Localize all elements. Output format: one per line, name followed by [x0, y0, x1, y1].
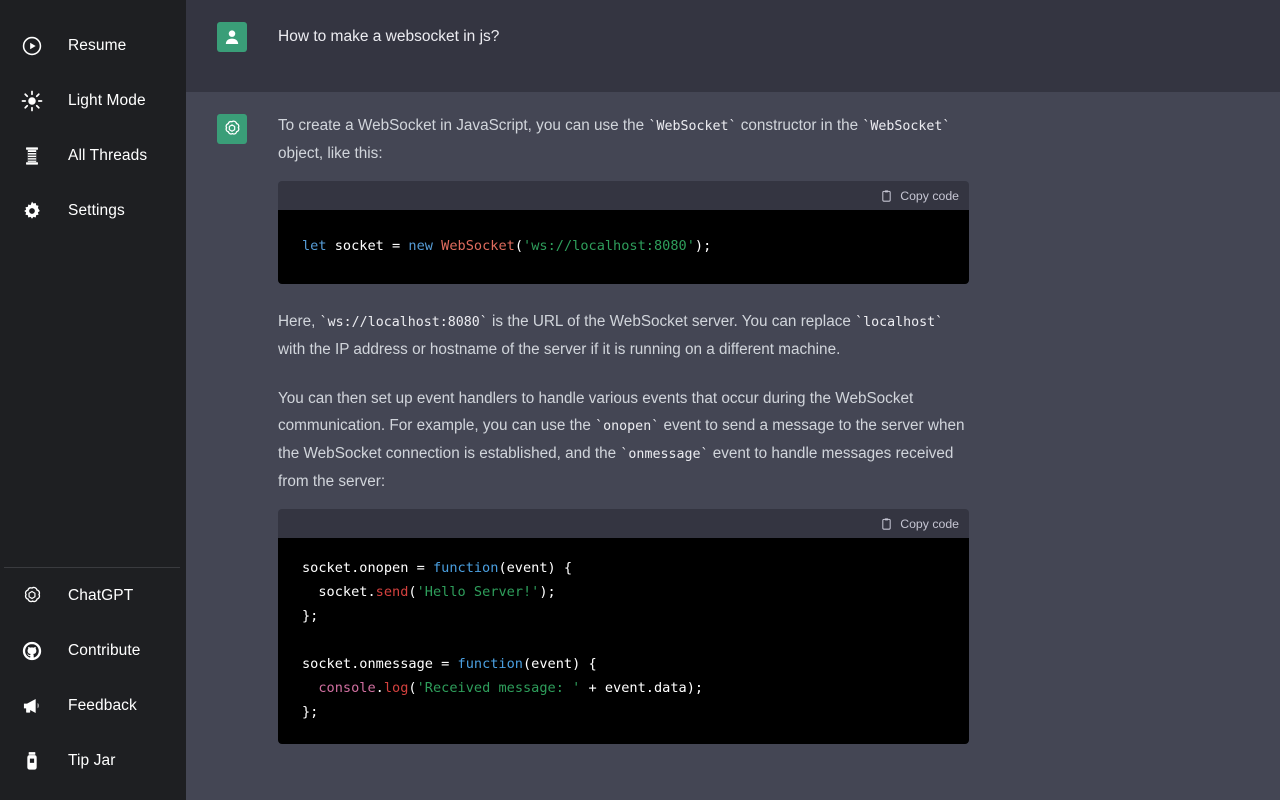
- code-block-1-body[interactable]: let socket = new WebSocket('ws://localho…: [278, 210, 969, 284]
- code-token: socket.onopen: [302, 560, 417, 576]
- code-block-1-header: Copy code: [278, 181, 969, 210]
- code-1-tokens: let socket = new WebSocket('ws://localho…: [302, 238, 711, 254]
- code-token: + event.data);: [580, 680, 704, 696]
- code-token: socket.onmessage: [302, 656, 442, 672]
- code-2-lines: socket.onopen = function(event) { socket…: [302, 560, 703, 720]
- sidebar-item-label: Tip Jar: [68, 751, 116, 769]
- code-token: (event) {: [498, 560, 573, 576]
- para1-code-1: `WebSocket`: [648, 119, 737, 134]
- sidebar: Resume Light Mode All Threads Settings C…: [0, 0, 186, 800]
- copy-code-button[interactable]: Copy code: [880, 189, 959, 203]
- sidebar-item-contribute[interactable]: Contribute: [0, 623, 186, 678]
- para1-text-1: To create a WebSocket in JavaScript, you…: [278, 117, 649, 134]
- play-circle-icon: [20, 34, 44, 58]
- sidebar-item-label: ChatGPT: [68, 586, 134, 604]
- clipboard-icon: [880, 189, 893, 203]
- code-token: socket: [326, 238, 393, 254]
- openai-logo-icon: [20, 584, 44, 608]
- code-block-2: Copy code socket.onopen = function(event…: [278, 509, 969, 744]
- sidebar-bottom-group: ChatGPT Contribute Feedback Tip Jar: [0, 568, 186, 800]
- sidebar-item-label: Light Mode: [68, 91, 146, 109]
- code-token: =: [392, 238, 409, 254]
- user-avatar-icon: [217, 22, 247, 52]
- assistant-paragraph-2: Here, `ws://localhost:8080` is the URL o…: [278, 308, 968, 363]
- para2-code-1: `ws://localhost:8080`: [319, 315, 488, 330]
- megaphone-icon: [20, 694, 44, 718]
- code-token: log: [383, 680, 409, 696]
- para2-text-3: with the IP address or hostname of the s…: [278, 341, 841, 358]
- code-token: (: [514, 238, 524, 254]
- assistant-paragraph-3: You can then set up event handlers to ha…: [278, 385, 968, 495]
- para2-code-2: `localhost`: [855, 315, 944, 330]
- thread-spool-icon: [20, 144, 44, 168]
- para2-text-2: is the URL of the WebSocket server. You …: [487, 313, 856, 330]
- assistant-avatar-col: [186, 92, 278, 782]
- para3-code-1: `onopen`: [595, 419, 660, 434]
- code-token: send: [375, 584, 409, 600]
- copy-code-label: Copy code: [900, 516, 959, 531]
- copy-code-button[interactable]: Copy code: [880, 517, 959, 531]
- sidebar-item-chatgpt[interactable]: ChatGPT: [0, 568, 186, 623]
- sidebar-item-all-threads[interactable]: All Threads: [0, 128, 186, 183]
- user-message-text: How to make a websocket in js?: [278, 28, 500, 45]
- code-block-2-body[interactable]: socket.onopen = function(event) { socket…: [278, 538, 969, 744]
- assistant-message-body: To create a WebSocket in JavaScript, you…: [278, 92, 1280, 782]
- code-token: (event) {: [523, 656, 597, 672]
- para1-text-3: object, like this:: [278, 145, 383, 162]
- code-token: =: [416, 560, 433, 576]
- para1-text-2: constructor in the: [736, 117, 863, 134]
- app-root: Resume Light Mode All Threads Settings C…: [0, 0, 1280, 800]
- sidebar-item-settings[interactable]: Settings: [0, 183, 186, 238]
- sidebar-item-label: Settings: [68, 201, 125, 219]
- para3-code-2: `onmessage`: [620, 447, 709, 462]
- code-token: };: [302, 704, 319, 720]
- sidebar-item-tip-jar[interactable]: Tip Jar: [0, 733, 186, 788]
- copy-code-label: Copy code: [900, 188, 959, 203]
- code-token: (: [408, 680, 417, 696]
- code-token: );: [539, 584, 556, 600]
- code-token: 'ws://localhost:8080': [523, 238, 695, 254]
- code-token: socket.: [302, 584, 376, 600]
- github-icon: [20, 639, 44, 663]
- assistant-message-row: To create a WebSocket in JavaScript, you…: [186, 92, 1280, 782]
- sidebar-item-resume[interactable]: Resume: [0, 18, 186, 73]
- sidebar-item-feedback[interactable]: Feedback: [0, 678, 186, 733]
- code-token: .: [375, 680, 384, 696]
- code-token: (: [408, 584, 417, 600]
- para2-text-1: Here,: [278, 313, 320, 330]
- code-token: =: [441, 656, 458, 672]
- sidebar-item-light-mode[interactable]: Light Mode: [0, 73, 186, 128]
- code-token: console: [318, 680, 376, 696]
- user-message-row: How to make a websocket in js?: [186, 0, 1280, 92]
- sidebar-item-label: Contribute: [68, 641, 141, 659]
- code-token: let: [302, 238, 327, 254]
- code-token: function: [432, 560, 499, 576]
- sidebar-item-label: All Threads: [68, 146, 148, 164]
- code-token: function: [457, 656, 523, 672]
- sidebar-item-label: Resume: [68, 36, 127, 54]
- user-avatar-col: [186, 0, 278, 92]
- code-block-2-header: Copy code: [278, 509, 969, 538]
- code-token: 'Received message: ': [416, 680, 581, 696]
- tip-jar-icon: [20, 749, 44, 773]
- code-token: 'Hello Server!': [416, 584, 540, 600]
- sun-icon: [20, 89, 44, 113]
- user-message-body: How to make a websocket in js?: [278, 0, 1280, 92]
- clipboard-icon: [880, 517, 893, 531]
- code-token: };: [302, 608, 319, 624]
- code-token: new: [408, 238, 442, 254]
- sidebar-item-label: Feedback: [68, 696, 137, 714]
- gear-icon: [20, 199, 44, 223]
- openai-avatar-icon: [217, 114, 247, 144]
- code-token: );: [694, 238, 712, 254]
- code-block-1: Copy code let socket = new WebSocket('ws…: [278, 181, 969, 284]
- chat-main: How to make a websocket in js? To create…: [186, 0, 1280, 800]
- assistant-paragraph-1: To create a WebSocket in JavaScript, you…: [278, 112, 968, 167]
- code-token: WebSocket: [441, 238, 515, 254]
- para1-code-2: `WebSocket`: [862, 119, 951, 134]
